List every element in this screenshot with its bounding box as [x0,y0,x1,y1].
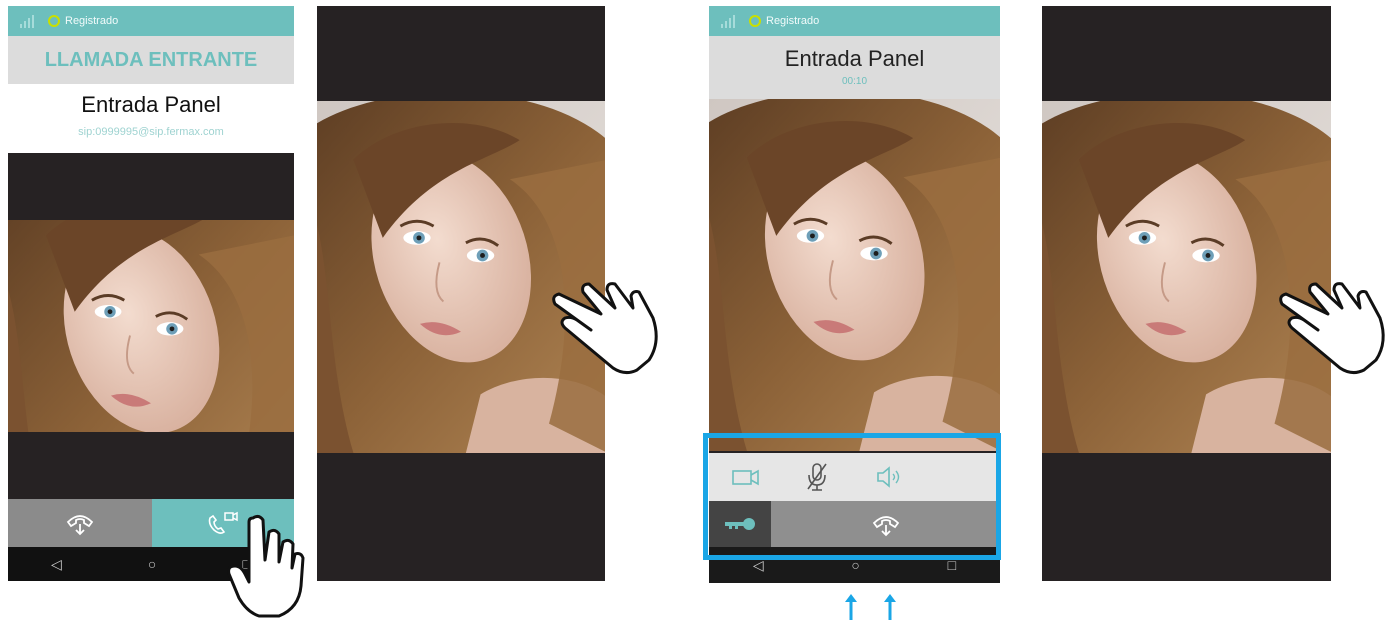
nav-home-icon[interactable]: ○ [148,556,156,572]
swipe-hand-icon [552,282,658,375]
status-text: Registrado [766,15,820,27]
video-preview [8,220,294,432]
registered-dot-icon [749,15,761,27]
caller-name: Entrada Panel [784,46,925,71]
call-duration: 00:10 [841,76,868,87]
registered-dot-icon [48,15,60,27]
header: LLAMADA ENTRANTE [8,36,294,84]
status-bar: Registrado [8,6,294,36]
tap-hand-icon [227,514,305,618]
arrow-icon-right [884,594,896,620]
hangup-icon [66,515,94,536]
signal-icon [721,14,735,28]
hangup-button[interactable] [8,499,152,547]
caller-name: Entrada Panel [81,92,221,117]
caller-info: Entrada Panel sip:0999995@sip.fermax.com [8,84,294,153]
call-header: Entrada Panel 00:10 [709,36,1000,99]
status-text: Registrado [65,15,119,27]
status-bar: Registrado [709,6,1000,36]
video-feed [709,99,1000,451]
arrow-icon-left [845,594,857,620]
caller-uri: sip:0999995@sip.fermax.com [78,126,224,138]
nav-back-icon[interactable]: ◁ [51,556,62,573]
swipe-hand-icon [1279,282,1385,375]
page-title: LLAMADA ENTRANTE [44,48,258,71]
controls-highlight-box [703,433,1001,560]
incoming-call-screen: Registrado LLAMADA ENTRANTE Entrada Pane… [8,6,294,581]
signal-icon [20,14,34,28]
